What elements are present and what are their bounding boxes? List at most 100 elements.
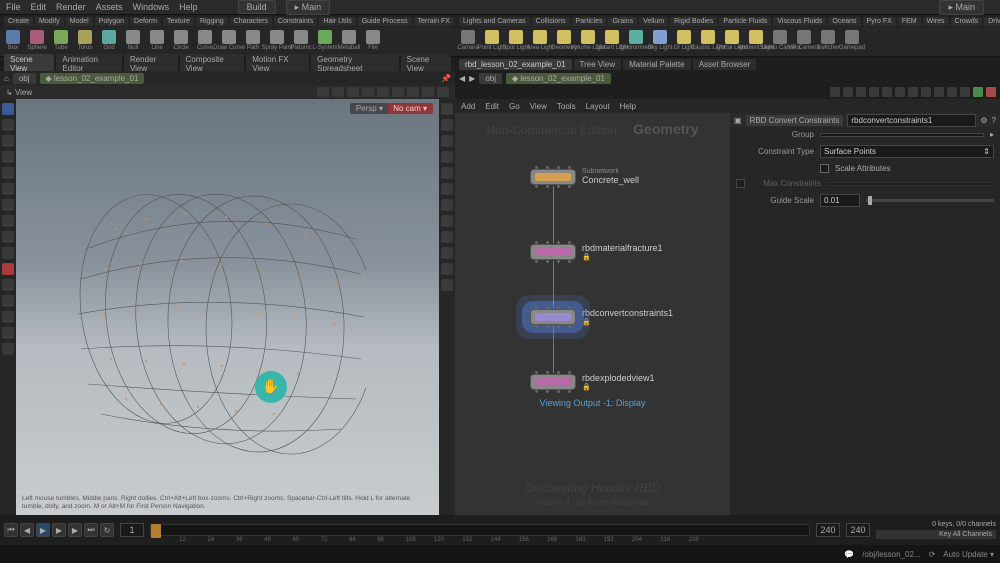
shelf-tool[interactable]: Switcher — [819, 30, 837, 54]
shelf-tool[interactable]: Path — [244, 30, 262, 54]
tool-icon[interactable] — [2, 199, 14, 211]
tool-icon[interactable] — [2, 311, 14, 323]
menu-windows[interactable]: Windows — [133, 2, 170, 12]
shelf-tab[interactable]: Oceans — [828, 17, 860, 26]
path-node-r[interactable]: ◆ lesson_02_example_01 — [506, 73, 611, 84]
vp-icon[interactable] — [317, 87, 329, 97]
frame-end[interactable]: 240 — [846, 523, 870, 537]
help-icon[interactable]: ? — [992, 116, 996, 125]
desktop-main2[interactable]: ▸ Main — [939, 0, 984, 15]
keyall-button[interactable]: Key All Channels — [876, 530, 996, 539]
tool-icon[interactable] — [2, 295, 14, 307]
network-node[interactable]: rbdconvertconstraints1🔒 — [530, 308, 673, 326]
status-refresh-icon[interactable]: ⟳ — [929, 550, 936, 559]
viewport-3d[interactable]: Persp ▾ No cam ▾ — [16, 99, 439, 515]
net-icon[interactable] — [947, 87, 957, 97]
tool-icon[interactable] — [2, 247, 14, 259]
tool-icon[interactable] — [2, 183, 14, 195]
shelf-tab[interactable]: Create — [4, 17, 33, 26]
net-icon[interactable] — [986, 87, 996, 97]
shelf-tool[interactable]: Gamepad — [843, 30, 861, 54]
shelf-tool[interactable]: Environment — [627, 30, 645, 54]
path-node[interactable]: ◆ lesson_02_example_01 — [40, 73, 145, 84]
net-menu-item[interactable]: View — [530, 102, 547, 111]
net-icon[interactable] — [960, 87, 970, 97]
shelf-tab[interactable]: Hair Utils — [319, 17, 355, 26]
shelf-tab[interactable]: Deform — [130, 17, 161, 26]
shelf-tool[interactable]: Circle — [172, 30, 190, 54]
menu-assets[interactable]: Assets — [96, 2, 123, 12]
shelf-tool[interactable]: Torus — [76, 30, 94, 54]
net-menu-item[interactable]: Go — [509, 102, 520, 111]
shelf-tool[interactable]: Metaball — [340, 30, 358, 54]
net-icon[interactable] — [843, 87, 853, 97]
play-fwd-icon[interactable]: ▶ — [52, 523, 66, 537]
vp-icon[interactable] — [377, 87, 389, 97]
shelf-tab[interactable]: Pyro FX — [863, 17, 896, 26]
shelf-tool[interactable]: VR Camera — [795, 30, 813, 54]
pane-tab[interactable]: Tree View — [574, 59, 622, 70]
tool-icon[interactable] — [2, 263, 14, 275]
net-menu-item[interactable]: Help — [620, 102, 636, 111]
shelf-tab[interactable]: Lights and Cameras — [459, 17, 530, 26]
tool-icon[interactable] — [2, 167, 14, 179]
shelf-tab[interactable]: Particles — [572, 17, 607, 26]
auto-update-dropdown[interactable]: Auto Update ▾ — [943, 550, 994, 559]
tool-icon[interactable] — [2, 119, 14, 131]
shelf-tab[interactable]: FEM — [898, 17, 921, 26]
vp-icon[interactable] — [347, 87, 359, 97]
shelf-tab[interactable]: Grains — [608, 17, 637, 26]
vp-icon[interactable] — [362, 87, 374, 97]
nav-back-icon[interactable]: ◀ — [459, 74, 465, 83]
next-frame-icon[interactable]: ▶ — [68, 523, 82, 537]
disp-icon[interactable] — [441, 247, 453, 259]
select-tool-icon[interactable] — [2, 103, 14, 115]
tool-icon[interactable] — [2, 135, 14, 147]
shelf-tool[interactable]: Sphere — [28, 30, 46, 54]
tool-icon[interactable] — [2, 215, 14, 227]
shelf-tool[interactable]: Spot Light — [507, 30, 525, 54]
shelf-tool[interactable]: L-System — [316, 30, 334, 54]
gs-field[interactable]: 0.01 — [820, 194, 860, 207]
net-menu-item[interactable]: Add — [461, 102, 475, 111]
net-icon[interactable] — [921, 87, 931, 97]
shelf-tab[interactable]: Polygon — [95, 17, 128, 26]
net-icon[interactable] — [882, 87, 892, 97]
net-menu-item[interactable]: Layout — [586, 102, 610, 111]
vp-icon[interactable] — [407, 87, 419, 97]
shelf-tool[interactable]: Tube — [52, 30, 70, 54]
shelf-tool[interactable]: Box — [4, 30, 22, 54]
desktop-main[interactable]: ▸ Main — [286, 0, 331, 15]
vp-icon[interactable] — [392, 87, 404, 97]
shelf-tab[interactable]: Crowds — [951, 17, 983, 26]
shelf-tab[interactable]: Modify — [35, 17, 64, 26]
shelf-tool[interactable]: Spray Paint — [268, 30, 286, 54]
disp-icon[interactable] — [441, 215, 453, 227]
shelf-tool[interactable]: Null — [124, 30, 142, 54]
shelf-tab[interactable]: Wires — [923, 17, 949, 26]
shelf-tool[interactable]: Camera — [459, 30, 477, 54]
shelf-tool[interactable]: Draw Curve — [220, 30, 238, 54]
shelf-tool[interactable]: Caustic Light — [699, 30, 717, 54]
net-icon[interactable] — [830, 87, 840, 97]
shelf-tool[interactable]: Line — [148, 30, 166, 54]
vp-icon[interactable] — [332, 87, 344, 97]
nocam-badge[interactable]: No cam ▾ — [387, 103, 433, 114]
shelf-tab[interactable]: Guide Process — [358, 17, 412, 26]
net-menu-item[interactable]: Edit — [485, 102, 499, 111]
frame-start[interactable]: 1 — [120, 523, 144, 537]
persp-dropdown[interactable]: Persp ▾ — [350, 103, 389, 114]
node-type-icon[interactable]: ▣ — [734, 116, 742, 125]
loop-icon[interactable]: ↻ — [100, 523, 114, 537]
shelf-tool[interactable]: Platonic — [292, 30, 310, 54]
shelf-tool[interactable]: Point Light — [483, 30, 501, 54]
tool-icon[interactable] — [2, 343, 14, 355]
timeline-slider[interactable]: 1224364860728496108120132144156168180192… — [150, 524, 810, 536]
menu-help[interactable]: Help — [179, 2, 198, 12]
path-up-icon[interactable]: ⌂ — [4, 74, 9, 83]
net-menu-item[interactable]: Tools — [557, 102, 576, 111]
scale-checkbox[interactable] — [820, 164, 829, 173]
max-field[interactable] — [827, 182, 994, 186]
path-obj[interactable]: obj — [13, 73, 36, 84]
shelf-tab[interactable]: Constraints — [274, 17, 317, 26]
